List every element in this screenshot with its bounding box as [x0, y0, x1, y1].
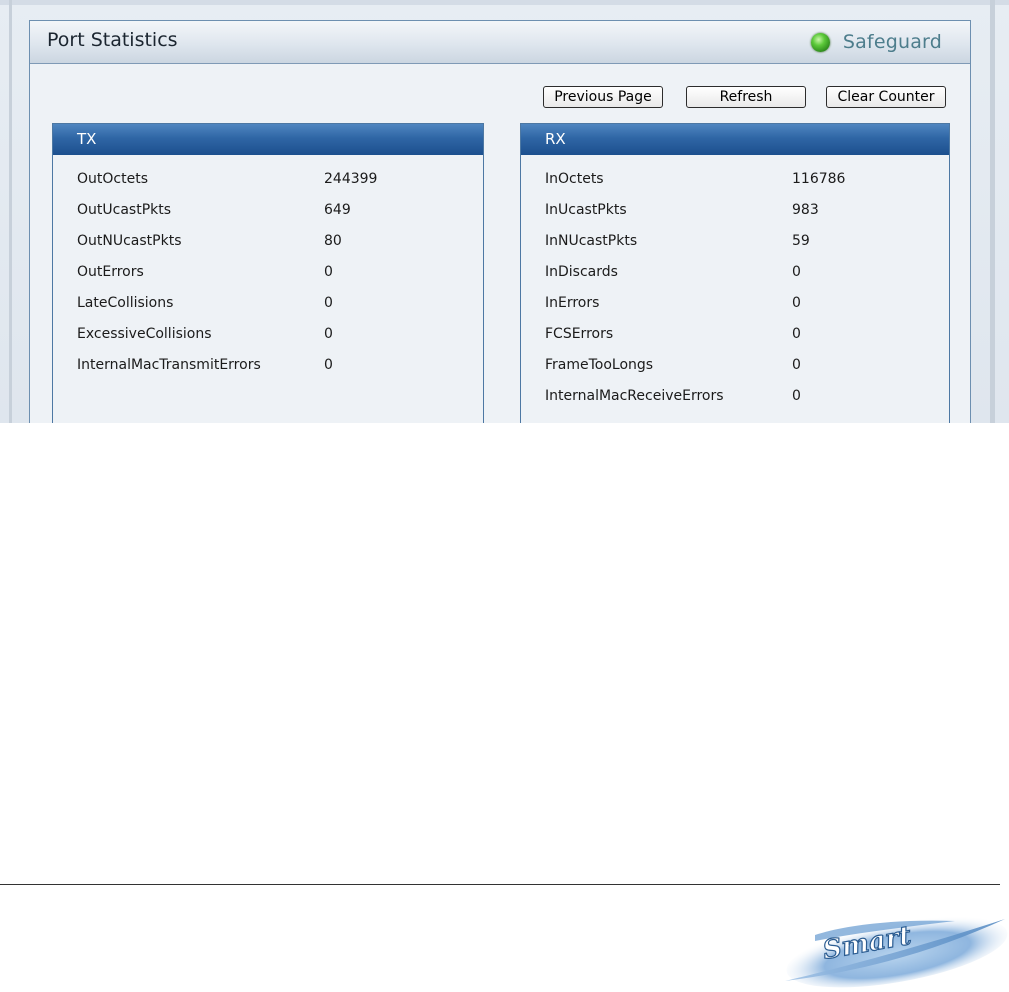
port-statistics-panel: Port Statistics Safeguard Previous Page …: [29, 20, 971, 423]
smart-logo: Smart: [785, 916, 1008, 988]
stat-label: InternalMacReceiveErrors: [545, 388, 724, 404]
refresh-button[interactable]: Refresh: [686, 86, 806, 108]
stat-label: InUcastPkts: [545, 202, 627, 218]
footer-divider: [0, 884, 1000, 885]
page-title: Port Statistics: [47, 29, 178, 51]
stat-value: 59: [792, 233, 810, 249]
left-frame-line: [9, 0, 12, 423]
top-edge: [0, 0, 1009, 5]
stat-value: 0: [324, 264, 333, 280]
stat-value: 116786: [792, 171, 846, 187]
stat-label: InOctets: [545, 171, 604, 187]
tx-heading: TX: [53, 124, 483, 155]
stat-value: 80: [324, 233, 342, 249]
stat-label: OutOctets: [77, 171, 148, 187]
stat-label: InternalMacTransmitErrors: [77, 357, 261, 373]
rx-heading: RX: [521, 124, 949, 155]
stat-value: 0: [792, 295, 801, 311]
stat-value: 0: [324, 357, 333, 373]
stat-label: OutErrors: [77, 264, 144, 280]
stat-label: FrameTooLongs: [545, 357, 654, 373]
stat-value: 0: [324, 326, 333, 342]
right-frame-line: [990, 0, 995, 423]
safeguard-indicator[interactable]: Safeguard: [810, 31, 942, 53]
stat-value: 0: [792, 357, 801, 373]
stat-value: 649: [324, 202, 351, 218]
stat-label: InDiscards: [545, 264, 618, 280]
stat-label: ExcessiveCollisions: [77, 326, 212, 342]
screenshot-frame: Port Statistics Safeguard Previous Page …: [0, 0, 1009, 423]
stat-value: 983: [792, 202, 819, 218]
stat-label: OutUcastPkts: [77, 202, 172, 218]
previous-page-button[interactable]: Previous Page: [543, 86, 663, 108]
clear-counter-button[interactable]: Clear Counter: [826, 86, 946, 108]
stat-value: 244399: [324, 171, 378, 187]
rx-statistics-box: RX InOctets 116786 InUcastPkts 983 InNUc…: [520, 123, 950, 423]
safeguard-label: Safeguard: [842, 31, 942, 53]
stat-label: OutNUcastPkts: [77, 233, 182, 249]
stat-label: InNUcastPkts: [545, 233, 638, 249]
stat-value: 0: [792, 264, 801, 280]
stat-value: 0: [792, 388, 801, 404]
status-led-icon: [810, 32, 830, 52]
stat-label: FCSErrors: [545, 326, 614, 342]
stat-label: LateCollisions: [77, 295, 174, 311]
tx-statistics-box: TX OutOctets 244399 OutUcastPkts 649 Out…: [52, 123, 484, 423]
panel-header: Port Statistics Safeguard: [30, 21, 970, 64]
stat-value: 0: [324, 295, 333, 311]
stat-label: InErrors: [545, 295, 600, 311]
stat-value: 0: [792, 326, 801, 342]
